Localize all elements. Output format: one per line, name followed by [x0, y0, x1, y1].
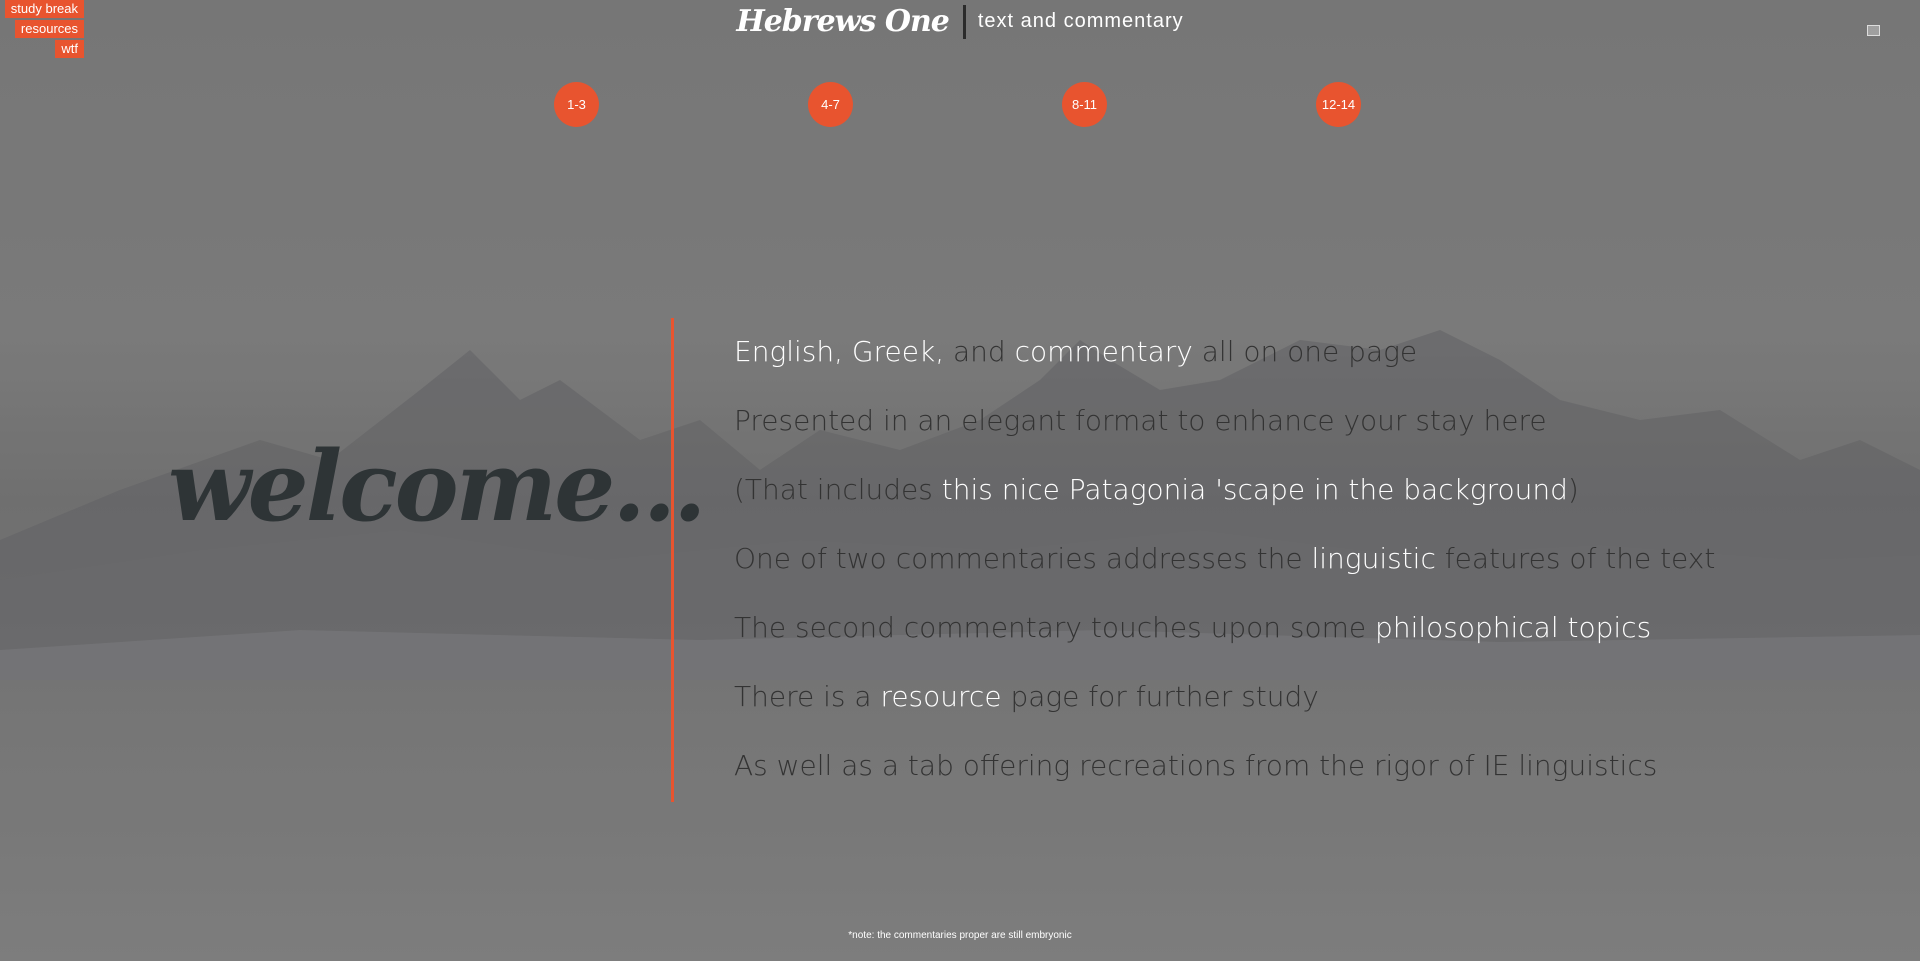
feature-list: English, Greek, and commentary all on on… — [734, 330, 1715, 813]
feature-text: (That includes — [734, 473, 942, 506]
feature-text: There is a — [734, 680, 881, 713]
welcome-heading: welcome... — [168, 430, 707, 543]
feature-text: One of two commentaries addresses the — [734, 542, 1312, 575]
feature-line: English, Greek, and commentary all on on… — [734, 330, 1715, 399]
footnote: *note: the commentaries proper are still… — [848, 930, 1072, 941]
feature-highlight: commentary — [1014, 335, 1193, 368]
feature-text: and — [944, 335, 1015, 368]
feature-line: There is a resource page for further stu… — [734, 675, 1715, 744]
chapter-button-12-14[interactable]: 12-14 — [1316, 82, 1361, 127]
feature-line: The second commentary touches upon some … — [734, 606, 1715, 675]
header-divider — [962, 4, 966, 39]
feature-line: Presented in an elegant format to enhanc… — [734, 399, 1715, 468]
feature-highlight: this nice Patagonia 'scape in the backgr… — [941, 473, 1568, 506]
feature-line: (That includes this nice Patagonia 'scap… — [734, 468, 1715, 537]
feature-highlight: English, Greek, — [734, 335, 945, 368]
feature-text: The second commentary touches upon some — [734, 611, 1376, 644]
site-title[interactable]: Hebrews One — [736, 4, 949, 39]
chapter-button-1-3[interactable]: 1-3 — [554, 82, 599, 127]
chapter-nav: 1-3 4-7 8-11 12-14 — [0, 82, 1920, 127]
feature-line: As well as a tab offering recreations fr… — [734, 744, 1715, 813]
feature-line: One of two commentaries addresses the li… — [734, 537, 1715, 606]
feature-text: all on one page — [1192, 335, 1418, 368]
feature-text: page for further study — [1001, 680, 1319, 713]
header: Hebrews One text and commentary — [0, 4, 1920, 39]
tab-wtf[interactable]: wtf — [55, 40, 84, 58]
feature-text: ) — [1567, 473, 1579, 506]
feature-highlight: resource — [880, 680, 1002, 713]
feature-text: Presented in an elegant format to enhanc… — [734, 404, 1547, 437]
chapter-button-4-7[interactable]: 4-7 — [808, 82, 853, 127]
feature-highlight: philosophical topics — [1375, 611, 1652, 644]
site-subtitle: text and commentary — [977, 10, 1184, 32]
feature-highlight: linguistic — [1311, 542, 1436, 575]
chapter-button-8-11[interactable]: 8-11 — [1062, 82, 1107, 127]
vertical-divider — [671, 318, 674, 802]
feature-text: As well as a tab offering recreations fr… — [734, 749, 1658, 782]
feature-text: features of the text — [1435, 542, 1716, 575]
window-icon[interactable] — [1867, 25, 1880, 36]
